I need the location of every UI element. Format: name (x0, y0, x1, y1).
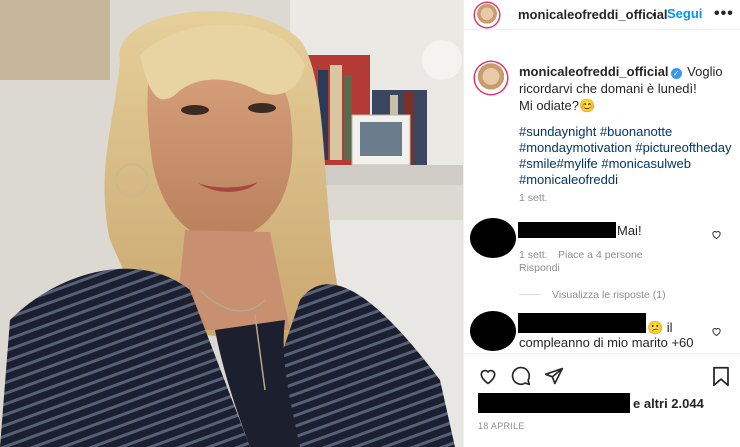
hashtag-line[interactable]: #mondaymotivation #pictureoftheday (519, 140, 734, 156)
caption-avatar[interactable] (475, 62, 507, 94)
redacted-username (518, 313, 646, 333)
post-header: monicaleofreddi_official • Segui ••• (464, 0, 740, 30)
post-actions: e altri 2.044 18 APRILE (464, 353, 740, 447)
header-separator: • (652, 7, 657, 22)
post-side-panel: monicaleofreddi_official • Segui ••• mon… (463, 0, 740, 447)
caption-line3: Mi odiate?😊 (519, 98, 596, 113)
caption-line1: Voglio (687, 64, 723, 79)
author-avatar[interactable] (475, 3, 499, 27)
comment-likes[interactable]: Piace a 4 persone (558, 249, 643, 261)
follow-button[interactable]: Segui (667, 6, 702, 21)
likes-count[interactable]: e altri 2.044 (633, 396, 704, 411)
photo-illustration (0, 0, 463, 447)
comment-avatar[interactable] (470, 218, 516, 258)
comment-heart-icon[interactable] (711, 326, 722, 337)
caption-username[interactable]: monicaleofreddi_official (519, 64, 669, 79)
redacted-liker (478, 393, 630, 413)
replies-divider (519, 294, 541, 295)
share-icon[interactable] (544, 366, 564, 386)
comment-text-line1: 😕 il (647, 320, 673, 335)
view-replies-button[interactable]: Visualizza le risposte (1) (552, 289, 666, 301)
save-icon[interactable] (712, 366, 730, 387)
more-options-icon[interactable]: ••• (714, 5, 734, 23)
hashtag-line[interactable]: #smile#mylife #monicasulweb (519, 156, 734, 172)
comment-avatar[interactable] (470, 311, 516, 351)
comment-icon[interactable] (511, 366, 531, 386)
caption-timestamp[interactable]: 1 sett. (519, 192, 548, 204)
comment-text-line2: compleanno di mio marito +60 (519, 335, 694, 350)
comment-heart-icon[interactable] (711, 229, 722, 240)
redacted-username (518, 222, 616, 238)
caption-text: monicaleofreddi_official ✓ Voglio ricorda… (519, 63, 729, 114)
hashtag-line[interactable]: #sundaynight #buonanotte (519, 124, 734, 140)
author-username[interactable]: monicaleofreddi_official (518, 7, 668, 22)
post-date[interactable]: 18 APRILE (478, 421, 525, 431)
caption-line2: ricordarvi che domani è lunedì! (519, 81, 697, 96)
hashtag-line[interactable]: #monicaleofreddi (519, 172, 734, 188)
comment-text: Mai! (617, 223, 642, 238)
comment-timestamp[interactable]: 1 sett. (519, 249, 548, 261)
reply-button[interactable]: Rispondi (519, 262, 560, 274)
heart-icon[interactable] (478, 366, 498, 386)
caption-hashtags: #sundaynight #buonanotte #mondaymotivati… (519, 124, 734, 188)
post-photo[interactable] (0, 0, 463, 447)
verified-badge-icon: ✓ (670, 68, 682, 79)
